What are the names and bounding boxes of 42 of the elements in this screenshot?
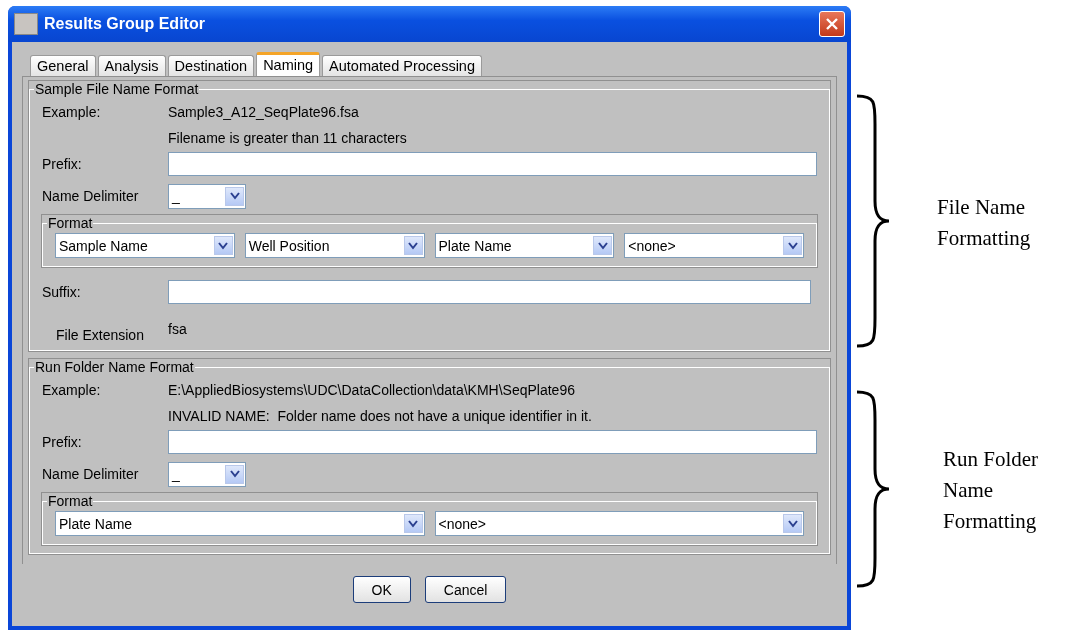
group-title: Run Folder Name Format bbox=[34, 359, 195, 375]
field-label: Name Delimiter bbox=[42, 466, 140, 482]
prefix-field[interactable] bbox=[168, 430, 817, 454]
tab[interactable]: Naming bbox=[256, 52, 321, 76]
annotation-text: File Name Formatting bbox=[937, 194, 1032, 252]
field-label: Suffix: bbox=[42, 284, 82, 300]
dropdown[interactable]: Well Position bbox=[244, 233, 425, 258]
dropdown[interactable]: <none> bbox=[434, 511, 804, 536]
field-label: Prefix: bbox=[42, 156, 83, 172]
tab[interactable]: General bbox=[30, 55, 96, 76]
extension-text: fsa bbox=[168, 321, 187, 339]
dropdown[interactable]: Plate Name bbox=[55, 511, 425, 536]
prefix-field[interactable] bbox=[168, 152, 817, 176]
brace-icon bbox=[855, 94, 891, 348]
brace-icon bbox=[855, 390, 891, 588]
app-icon bbox=[14, 13, 38, 35]
dialog-button[interactable]: OK bbox=[352, 576, 411, 603]
dialog-button[interactable]: Cancel bbox=[424, 576, 507, 603]
dropdown[interactable]: Sample Name bbox=[55, 233, 235, 258]
message-text: INVALID NAME: Folder name does not have a unique identifier in it. bbox=[168, 408, 593, 424]
field-label: File Extension bbox=[56, 326, 145, 343]
window-title: Results Group Editor bbox=[44, 15, 206, 33]
example-text: Sample3_A12_SeqPlate96.fsa bbox=[168, 104, 360, 120]
tab[interactable]: Analysis bbox=[97, 55, 166, 76]
dropdown[interactable]: _ bbox=[168, 183, 246, 209]
message-text: Filename is greater than 11 characters bbox=[168, 130, 408, 146]
close-icon[interactable] bbox=[819, 11, 845, 37]
dropdown[interactable]: <none> bbox=[624, 233, 804, 258]
field-label: Example: bbox=[42, 382, 102, 398]
annotation-text: Run Folder Name Formatting bbox=[943, 446, 1040, 535]
example-text: E:\AppliedBiosystems\UDC\DataCollection\data\KMH\SeqPlate96 bbox=[168, 382, 576, 398]
dropdown[interactable]: _ bbox=[168, 461, 246, 487]
group-title: Format bbox=[47, 215, 94, 231]
dropdown[interactable]: Plate Name bbox=[434, 233, 615, 258]
suffix-field[interactable] bbox=[168, 280, 811, 304]
group-title: Format bbox=[47, 493, 94, 509]
field-label: Name Delimiter bbox=[42, 188, 140, 204]
field-label: Example: bbox=[42, 104, 102, 120]
group-title: Sample File Name Format bbox=[34, 81, 200, 97]
field-label: Prefix: bbox=[42, 434, 83, 450]
tab[interactable]: Automated Processing bbox=[322, 55, 482, 76]
tab[interactable]: Destination bbox=[167, 55, 255, 76]
